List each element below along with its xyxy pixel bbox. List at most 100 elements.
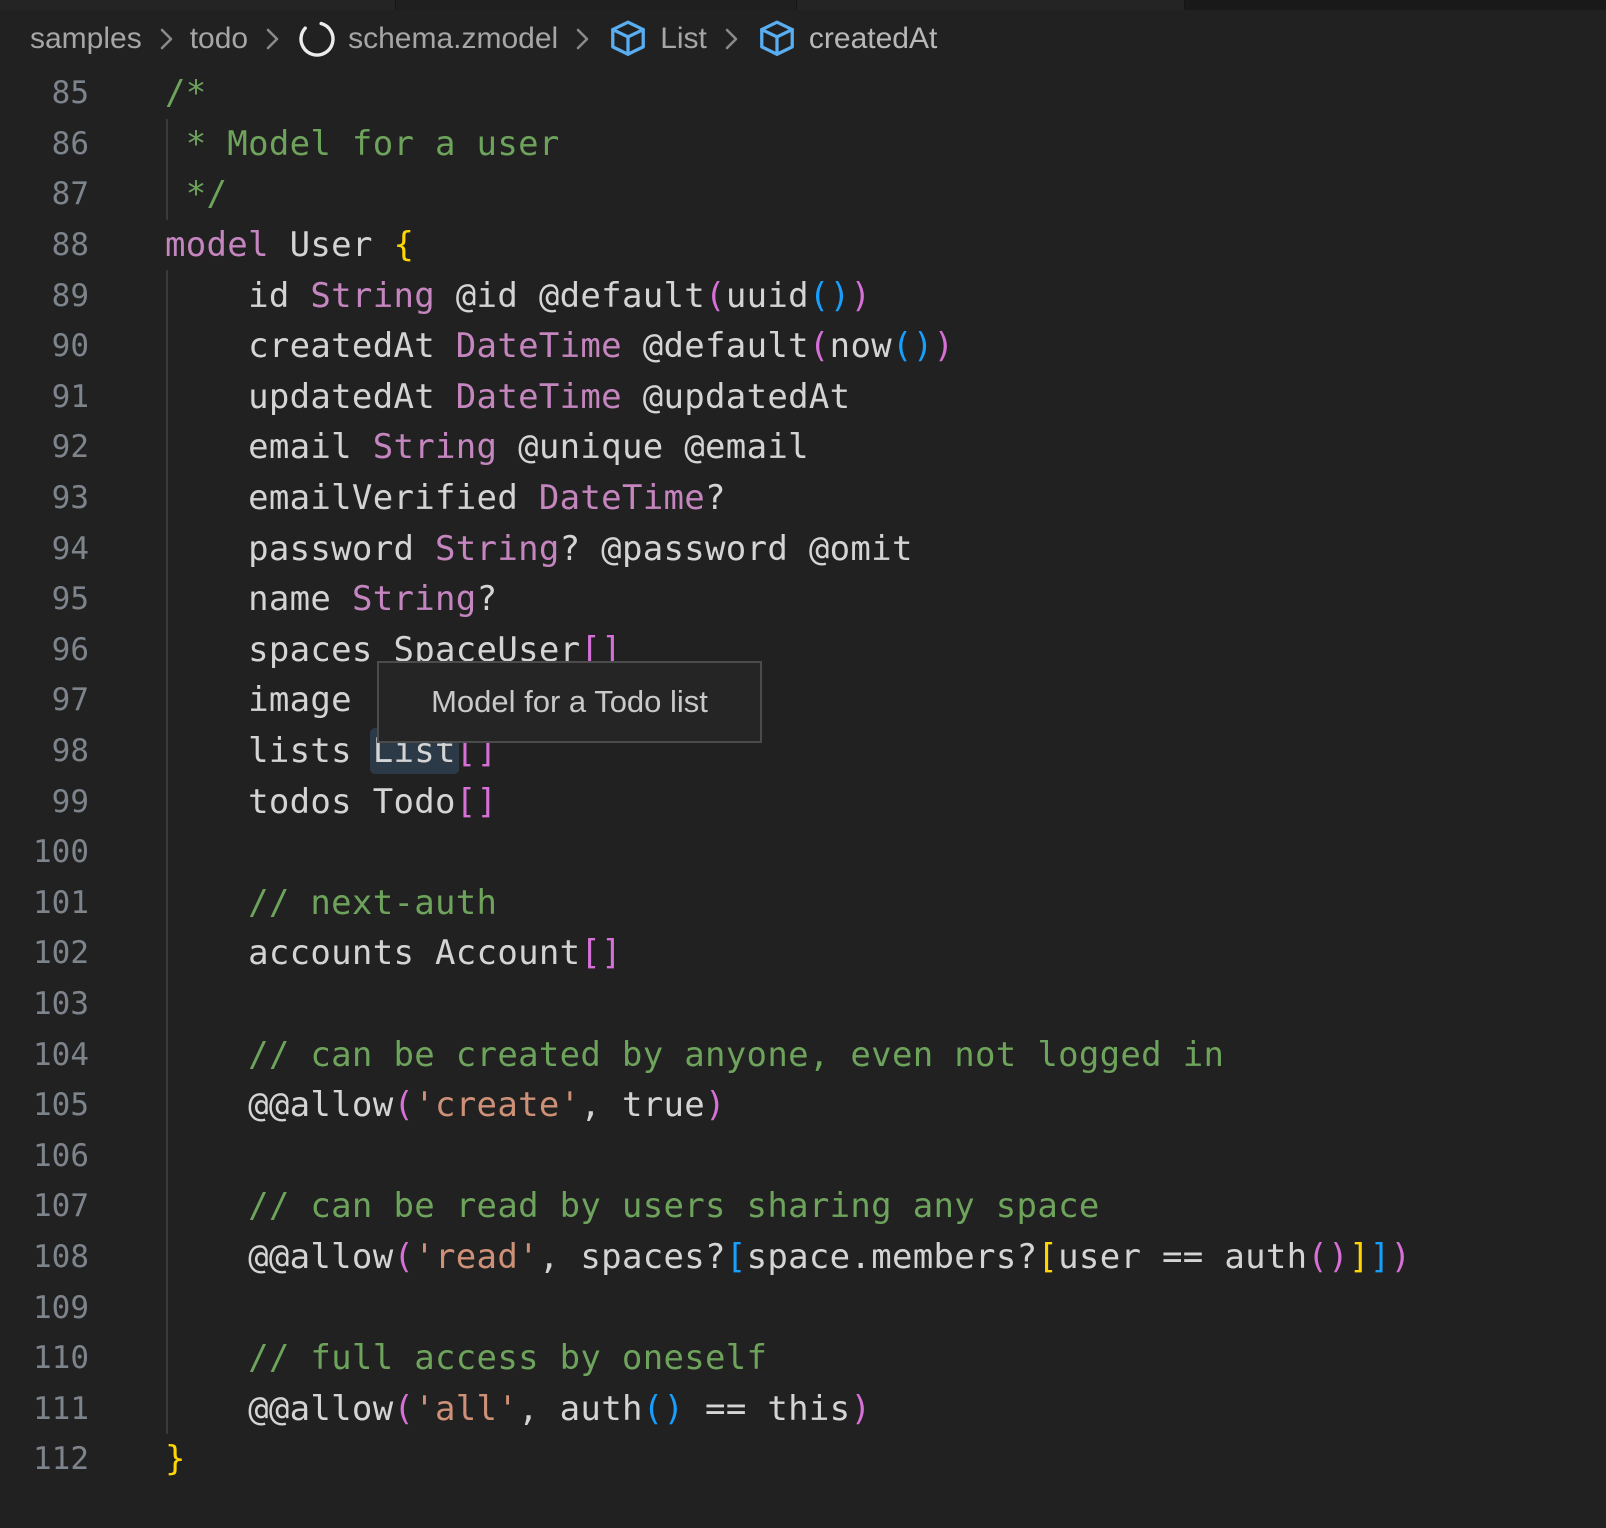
line-number[interactable]: 109 — [0, 1290, 89, 1326]
code-line-text: // next-auth — [165, 883, 497, 923]
line-number[interactable]: 106 — [0, 1138, 89, 1174]
line-number[interactable]: 94 — [0, 531, 89, 567]
code-line[interactable]: 90 createdAt DateTime @default(now()) — [0, 321, 1606, 372]
code-token: ) — [934, 326, 955, 366]
code-line-text: // can be read by users sharing any spac… — [165, 1186, 1100, 1226]
code-line[interactable]: 94 password String? @password @omit — [0, 523, 1606, 574]
line-number[interactable]: 87 — [0, 176, 89, 212]
code-line[interactable]: 101 // next-auth — [0, 878, 1606, 929]
line-number[interactable]: 96 — [0, 632, 89, 668]
code-line[interactable]: 99 todos Todo[] — [0, 776, 1606, 827]
tab-bar-strip — [0, 0, 1606, 10]
code-line[interactable]: 107 // can be read by users sharing any … — [0, 1181, 1606, 1232]
line-number[interactable]: 88 — [0, 227, 89, 263]
code-line[interactable]: 92 email String @unique @email — [0, 422, 1606, 473]
line-number[interactable]: 111 — [0, 1391, 89, 1427]
code-line[interactable]: 93 emailVerified DateTime? — [0, 473, 1606, 524]
chevron-right-icon — [156, 24, 176, 54]
code-token: DateTime — [539, 478, 705, 518]
line-number[interactable]: 101 — [0, 885, 89, 921]
code-line[interactable]: 91 updatedAt DateTime @updatedAt — [0, 372, 1606, 423]
line-number[interactable]: 91 — [0, 379, 89, 415]
code-line[interactable]: 100 — [0, 827, 1606, 878]
loading-spinner-icon — [296, 18, 338, 60]
code-line[interactable]: 88model User { — [0, 220, 1606, 271]
line-number[interactable]: 102 — [0, 935, 89, 971]
code-token: () — [809, 276, 851, 316]
code-line[interactable]: 108 @@allow('read', spaces?[space.member… — [0, 1232, 1606, 1283]
line-number[interactable]: 108 — [0, 1239, 89, 1275]
code-token: DateTime — [456, 326, 622, 366]
code-line[interactable]: 102 accounts Account[] — [0, 928, 1606, 979]
code-token: ? — [705, 478, 726, 518]
code-line[interactable]: 98 lists List[] — [0, 726, 1606, 777]
line-number[interactable]: 90 — [0, 328, 89, 364]
code-line[interactable]: 103 — [0, 979, 1606, 1030]
line-number[interactable]: 99 — [0, 784, 89, 820]
code-token: accounts Account — [165, 933, 580, 973]
code-token: todos Todo — [165, 782, 456, 822]
line-number[interactable]: 95 — [0, 581, 89, 617]
breadcrumb-item-todo[interactable]: todo — [190, 22, 248, 56]
code-line[interactable]: 112} — [0, 1434, 1606, 1485]
breadcrumb-label: schema.zmodel — [348, 22, 558, 56]
code-line[interactable]: 106 — [0, 1130, 1606, 1181]
breadcrumb-item-list-symbol[interactable]: List — [606, 18, 707, 60]
breadcrumb-label: createdAt — [809, 22, 937, 56]
line-number[interactable]: 97 — [0, 682, 89, 718]
code-line[interactable]: 85/* — [0, 68, 1606, 119]
breadcrumb-item-samples[interactable]: samples — [30, 22, 142, 56]
code-token: * Model for a user — [165, 124, 560, 164]
line-number[interactable]: 92 — [0, 429, 89, 465]
code-line-text: } — [165, 1439, 186, 1479]
code-line-text: * Model for a user — [165, 124, 560, 164]
code-token: ( — [809, 326, 830, 366]
line-number[interactable]: 107 — [0, 1188, 89, 1224]
code-line[interactable]: 95 name String? — [0, 574, 1606, 625]
code-token: [ — [726, 1237, 747, 1277]
line-number[interactable]: 105 — [0, 1087, 89, 1123]
line-number[interactable]: 86 — [0, 126, 89, 162]
code-line[interactable]: 86 * Model for a user — [0, 119, 1606, 170]
code-line[interactable]: 97 image — [0, 675, 1606, 726]
code-token: String — [310, 276, 435, 316]
code-token: @id @default — [435, 276, 705, 316]
code-line[interactable]: 111 @@allow('all', auth() == this) — [0, 1383, 1606, 1434]
line-number[interactable]: 112 — [0, 1441, 89, 1477]
chevron-right-icon — [262, 24, 282, 54]
line-number[interactable]: 103 — [0, 986, 89, 1022]
breadcrumb-label: List — [660, 22, 707, 56]
indent-guide — [166, 119, 168, 220]
code-token: lists — [165, 731, 373, 771]
line-number[interactable]: 104 — [0, 1037, 89, 1073]
code-token: ( — [393, 1389, 414, 1429]
code-editor[interactable]: 85/*86 * Model for a user87 */88model Us… — [0, 68, 1606, 1528]
line-number[interactable]: 85 — [0, 75, 89, 111]
line-number[interactable]: 110 — [0, 1340, 89, 1376]
code-line[interactable]: 89 id String @id @default(uuid()) — [0, 270, 1606, 321]
code-token: ) — [1391, 1237, 1412, 1277]
code-line-text: email String @unique @email — [165, 427, 809, 467]
code-token: , true — [580, 1085, 705, 1125]
code-token: { — [393, 225, 414, 265]
code-token: space.members? — [747, 1237, 1038, 1277]
code-line[interactable]: 87 */ — [0, 169, 1606, 220]
code-token: , auth — [518, 1389, 643, 1429]
code-line[interactable]: 105 @@allow('create', true) — [0, 1080, 1606, 1131]
line-number[interactable]: 98 — [0, 733, 89, 769]
code-line[interactable]: 109 — [0, 1282, 1606, 1333]
code-line-text: updatedAt DateTime @updatedAt — [165, 377, 850, 417]
code-line-text: image — [165, 680, 352, 720]
chevron-right-icon — [572, 24, 592, 54]
breadcrumb-item-file[interactable]: schema.zmodel — [296, 18, 558, 60]
breadcrumb-item-createdat-symbol[interactable]: createdAt — [755, 18, 937, 60]
code-line[interactable]: 96 spaces SpaceUser[] — [0, 625, 1606, 676]
line-number[interactable]: 89 — [0, 278, 89, 314]
code-line[interactable]: 104 // can be created by anyone, even no… — [0, 1029, 1606, 1080]
line-number[interactable]: 100 — [0, 834, 89, 870]
code-line[interactable]: 110 // full access by oneself — [0, 1333, 1606, 1384]
code-line-text: */ — [165, 174, 227, 214]
code-token: 'all' — [414, 1389, 518, 1429]
code-token: ? @password @omit — [560, 529, 913, 569]
line-number[interactable]: 93 — [0, 480, 89, 516]
